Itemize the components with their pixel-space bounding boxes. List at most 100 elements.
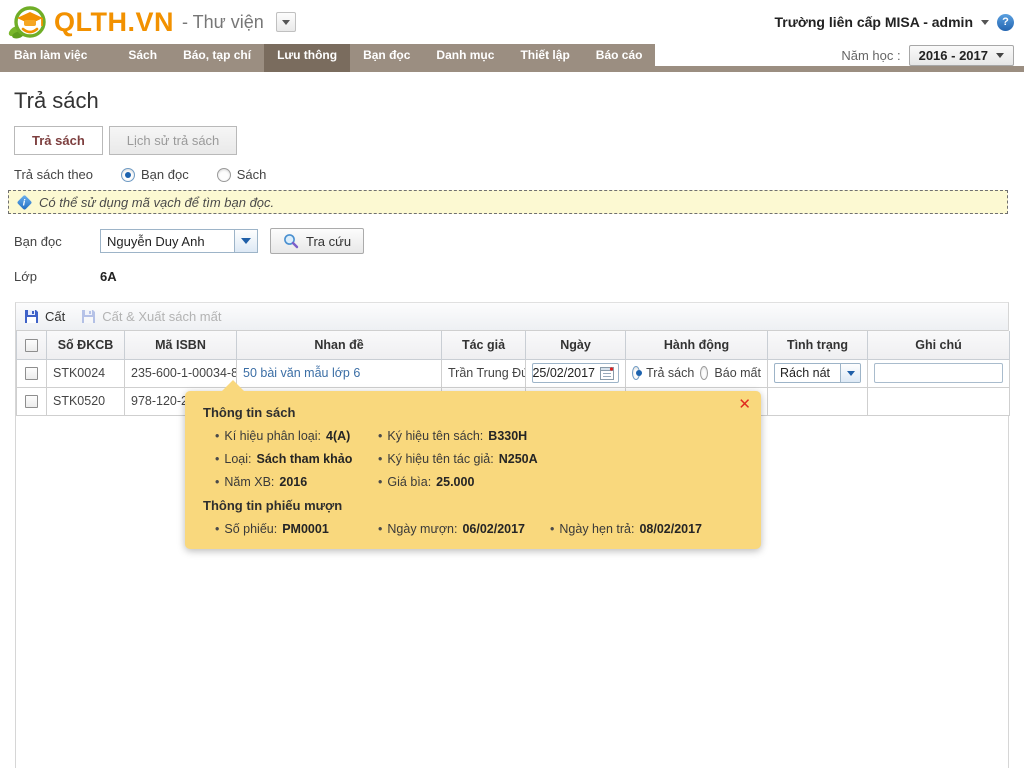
note-input[interactable] [874, 363, 1003, 383]
return-date-input[interactable]: 25/02/2017 [532, 363, 619, 383]
nav-tab-thiet-lap[interactable]: Thiết lập [507, 44, 582, 72]
chevron-down-icon [846, 370, 855, 376]
app-logo-icon [8, 4, 48, 40]
radio-lost[interactable] [700, 366, 709, 380]
app-title: QLTH.VN [54, 6, 174, 37]
status-value: Rách nát [780, 366, 831, 380]
brand: QLTH.VN - Thư viện [8, 4, 296, 40]
row-checkbox[interactable] [25, 367, 38, 381]
class-value: 6A [100, 268, 117, 284]
loan-slip-link[interactable]: PM0001 [282, 522, 329, 536]
account-name[interactable]: Trường liên cấp MISA - admin [775, 14, 973, 30]
tooltip-type: • Loại: Sách tham khảo [215, 452, 353, 466]
module-dropdown-button[interactable] [275, 12, 296, 32]
search-reader-button[interactable]: Tra cứu [270, 228, 365, 254]
school-year-value: 2016 - 2017 [918, 47, 988, 63]
tooltip-borrow-date: • Ngày mượn: 06/02/2017 [378, 522, 526, 536]
save-button[interactable]: Cất [24, 309, 65, 324]
page-title: Trả sách [14, 88, 99, 113]
col-header-isbn: Mã ISBN [124, 331, 237, 360]
nav-tab-bao-tap-chi[interactable]: Báo, tạp chí [170, 44, 264, 72]
cell-code: STK0024 [46, 358, 125, 388]
magnifier-icon [283, 233, 299, 249]
nav-tab-ban-lam-viec[interactable]: Bàn làm việc [0, 44, 105, 72]
reader-row: Bạn đọc Nguyễn Duy Anh Tra cứu [14, 228, 1024, 254]
radio-return-selected[interactable] [632, 366, 643, 380]
save-button-label: Cất [45, 309, 66, 324]
chevron-down-icon [281, 19, 290, 25]
save-icon [81, 309, 96, 324]
school-year-box: Năm học : 2016 - 2017 [841, 44, 1014, 66]
chevron-down-icon [241, 238, 251, 244]
col-header-status: Tình trạng [767, 331, 868, 360]
help-icon[interactable]: ? [997, 13, 1014, 31]
row-checkbox[interactable] [25, 395, 38, 409]
nav-tab-luu-thong[interactable]: Lưu thông [264, 44, 351, 72]
view-switch-buttons: Trả sách Lịch sử trả sách [14, 126, 1024, 155]
nav-tab-ban-doc[interactable]: Bạn đọc [350, 44, 423, 72]
tooltip-name-code: • Ký hiệu tên sách: B330H [378, 429, 528, 443]
radio-selected-icon[interactable] [121, 167, 136, 182]
book-info-tooltip: ✕ Thông tin sách • Kí hiệu phân loại: 4(A)… [185, 380, 761, 549]
radio-option-book[interactable]: Sách [216, 167, 267, 182]
book-info-title: Thông tin sách [203, 405, 296, 420]
class-row: Lớp 6A [14, 264, 1024, 288]
return-by-label: Trả sách theo [14, 167, 94, 182]
save-icon [24, 309, 39, 324]
tooltip-class-code: • Kí hiệu phân loại: 4(A) [215, 429, 351, 443]
select-all-checkbox[interactable] [25, 338, 38, 352]
return-by-filter: Trả sách theo Bạn đọc Sách [14, 167, 1024, 182]
radio-reader-label: Bạn đọc [141, 167, 189, 182]
nav-tab-bao-cao[interactable]: Báo cáo [583, 44, 656, 72]
nav-tab-danh-muc[interactable]: Danh mục [423, 44, 507, 72]
cell-status-empty [767, 386, 868, 416]
tooltip-slip: • Số phiếu: PM0001 [215, 522, 329, 536]
class-label: Lớp [14, 268, 37, 284]
col-header-note: Ghi chú [867, 331, 1010, 360]
main-nav: Bàn làm việc Sách Báo, tạp chí Lưu thông… [0, 44, 1024, 72]
info-banner-text: Có thể sử dụng mã vạch để tìm bạn đọc. [39, 194, 275, 210]
cell-isbn: 235-600-1-00034-8 [124, 358, 237, 388]
nav-tabs: Bàn làm việc Sách Báo, tạp chí Lưu thông… [0, 44, 656, 72]
reader-label: Bạn đọc [14, 233, 62, 249]
cell-author: Trần Trung Đức [441, 358, 526, 388]
return-date-value: 25/02/2017 [532, 366, 595, 380]
reader-combobox[interactable]: Nguyễn Duy Anh [100, 229, 258, 253]
col-header-author: Tác giả [441, 331, 526, 360]
search-reader-button-label: Tra cứu [306, 233, 352, 249]
col-header-action: Hành động [625, 331, 768, 360]
account-chevron-down-icon[interactable] [981, 19, 989, 25]
status-dropdown[interactable]: Rách nát [774, 363, 861, 383]
status-dropdown-button[interactable] [840, 364, 860, 382]
grid-toolbar: Cất Cất & Xuất sách mất [16, 303, 1008, 331]
loan-info-title: Thông tin phiếu mượn [203, 498, 343, 513]
return-history-tab-button[interactable]: Lịch sử trả sách [108, 126, 238, 155]
action-radio-group: Trả sách Báo mất [632, 366, 761, 380]
return-book-tab-button[interactable]: Trả sách [14, 126, 103, 155]
tooltip-year: • Năm XB: 2016 [215, 475, 308, 489]
radio-unselected-icon[interactable] [216, 167, 231, 182]
school-year-label: Năm học : [841, 47, 901, 63]
tooltip-author-code: • Ký hiệu tên tác giả: N250A [378, 452, 538, 466]
col-header-code: Số ĐKCB [46, 331, 125, 360]
nav-tab-sach[interactable]: Sách [115, 44, 170, 72]
tooltip-price: • Giá bìa: 25.000 [378, 475, 475, 489]
close-icon[interactable]: ✕ [738, 397, 751, 412]
book-title-link[interactable]: 50 bài văn mẫu lớp 6 [243, 366, 360, 380]
module-name: - Thư viện [182, 11, 264, 32]
save-export-lost-button[interactable]: Cất & Xuất sách mất [81, 309, 221, 324]
cell-code: STK0520 [46, 386, 125, 416]
cell-note-empty [867, 386, 1010, 416]
col-header-date: Ngày [525, 331, 626, 360]
action-return-label: Trả sách [646, 366, 695, 380]
reader-combobox-dropdown-button[interactable] [234, 229, 258, 253]
calendar-icon[interactable] [600, 366, 615, 380]
reader-combobox-value[interactable]: Nguyễn Duy Anh [100, 229, 234, 253]
school-year-select[interactable]: 2016 - 2017 [908, 44, 1014, 66]
top-bar: QLTH.VN - Thư viện Trường liên cấp MISA … [0, 0, 1024, 44]
action-lost-label: Báo mất [714, 366, 761, 380]
info-banner: i Có thể sử dụng mã vạch để tìm bạn đọc. [8, 190, 1008, 214]
save-export-lost-button-label: Cất & Xuất sách mất [102, 309, 222, 324]
radio-book-label: Sách [236, 167, 267, 182]
radio-option-reader[interactable]: Bạn đọc [121, 167, 189, 182]
